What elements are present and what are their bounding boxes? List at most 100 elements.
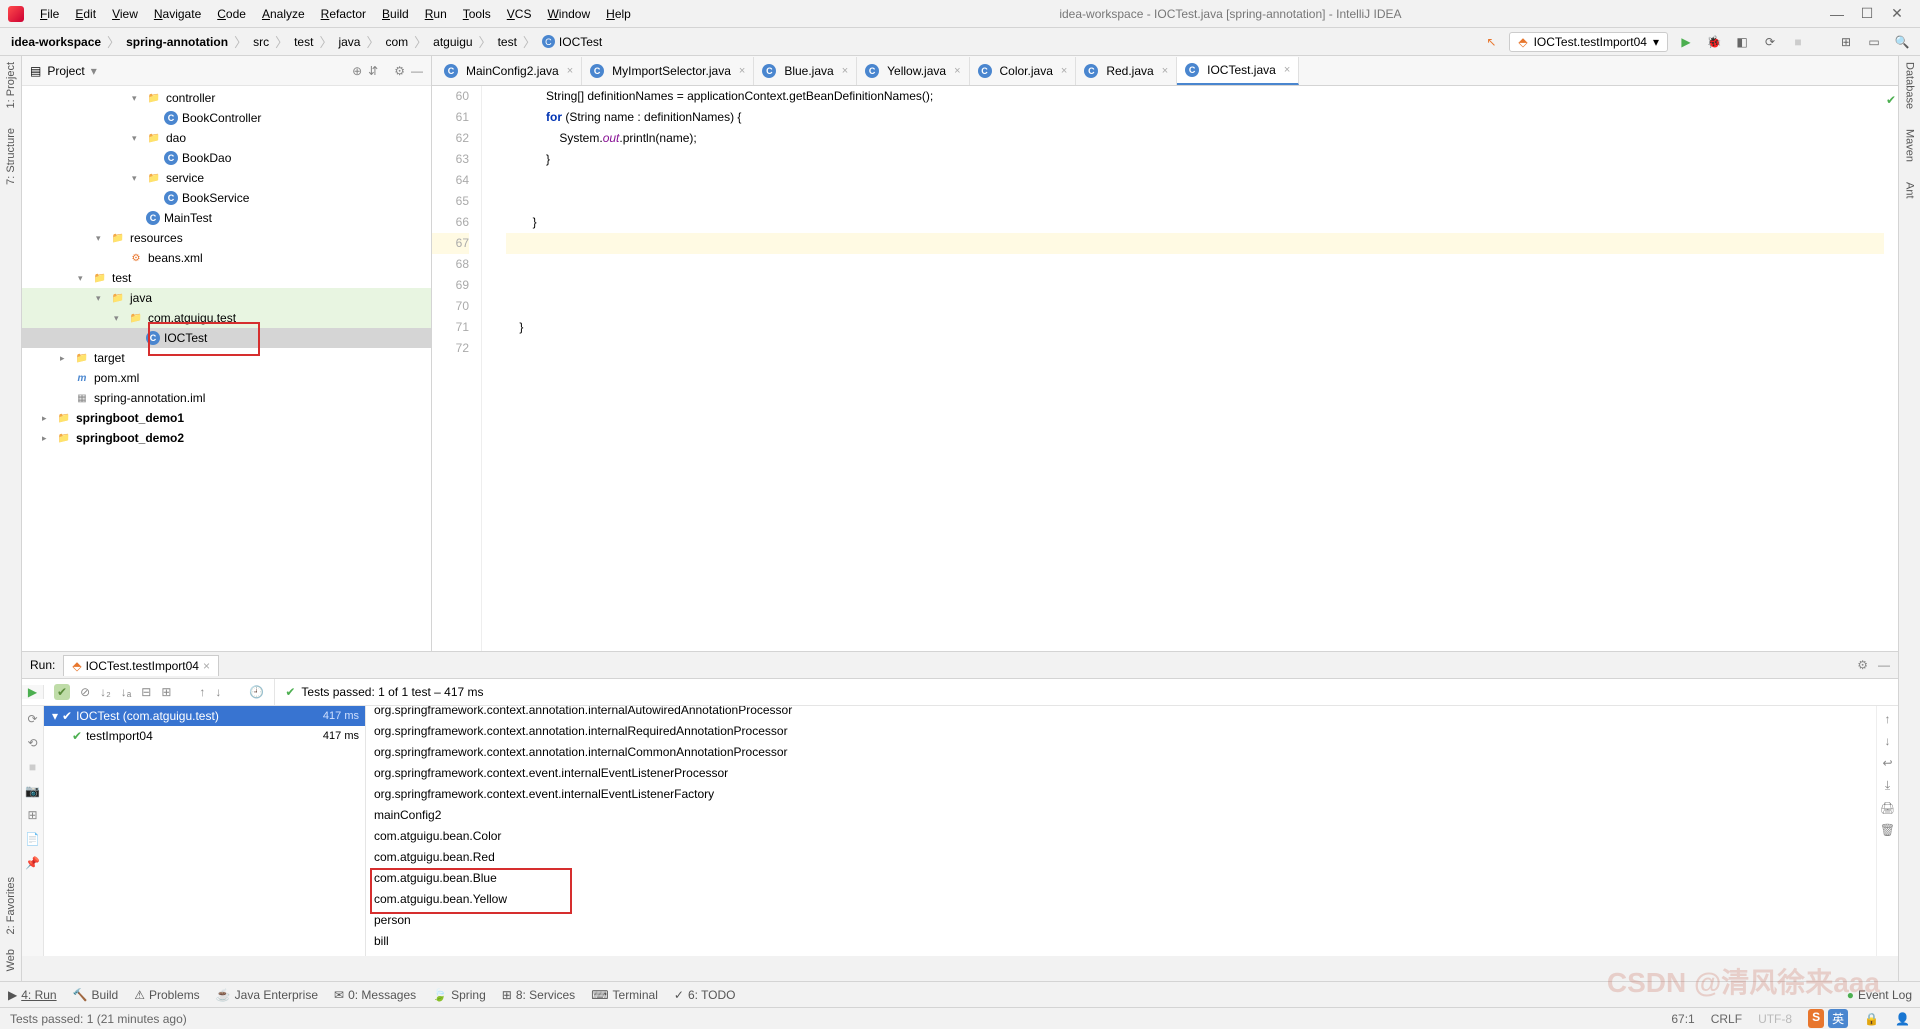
bottom-tab-javaenterprise[interactable]: ☕Java Enterprise (216, 988, 318, 1002)
menu-run[interactable]: Run (417, 3, 455, 25)
bottom-tab-run[interactable]: ▶4: Run (8, 988, 57, 1002)
ant-tool-button[interactable]: Ant (1904, 182, 1916, 199)
stop-button-icon[interactable]: ■ (1788, 32, 1808, 52)
tree-item[interactable]: CBookDao (22, 148, 431, 168)
console-output[interactable]: org.springframework.context.annotation.i… (366, 706, 1876, 956)
test-history-icon[interactable]: 🕘 (249, 685, 264, 699)
toggle-auto-icon[interactable]: ⟲ (27, 736, 37, 750)
breadcrumb-segment[interactable]: idea-workspace (8, 35, 104, 49)
tree-item[interactable]: ⚙beans.xml (22, 248, 431, 268)
editor-tab[interactable]: CRed.java× (1076, 57, 1177, 85)
menu-window[interactable]: Window (539, 3, 598, 25)
tree-item[interactable]: ▾📁resources (22, 228, 431, 248)
breadcrumb-segment[interactable]: atguigu (430, 35, 475, 49)
run-button-icon[interactable]: ▶ (1676, 32, 1696, 52)
tree-item[interactable]: CBookService (22, 188, 431, 208)
menu-vcs[interactable]: VCS (499, 3, 540, 25)
menu-edit[interactable]: Edit (67, 3, 104, 25)
breadcrumb-segment[interactable]: test (291, 35, 316, 49)
bottom-tab-build[interactable]: 🔨Build (73, 988, 119, 1002)
hide-panel-icon[interactable]: — (411, 64, 423, 78)
menu-analyze[interactable]: Analyze (254, 3, 313, 25)
sort-icon[interactable]: ↓₂ (100, 685, 111, 699)
code-editor[interactable]: 60616263646566676869707172 String[] defi… (432, 86, 1898, 651)
web-tool-button[interactable]: Web (5, 949, 17, 971)
breadcrumb-segment[interactable]: CIOCTest (539, 35, 605, 49)
editor-tab[interactable]: CMyImportSelector.java× (582, 57, 754, 85)
tree-item[interactable]: ▸📁springboot_demo2 (22, 428, 431, 448)
tree-item[interactable]: CBookController (22, 108, 431, 128)
close-tab-icon[interactable]: × (1162, 65, 1168, 77)
close-tab-icon[interactable]: × (739, 65, 745, 77)
minimize-button[interactable]: — (1822, 6, 1852, 22)
bottom-tab-services[interactable]: ⊞8: Services (502, 988, 575, 1002)
editor-tab[interactable]: CYellow.java× (857, 57, 969, 85)
bottom-tab-spring[interactable]: 🍃Spring (432, 988, 486, 1002)
test-result-row[interactable]: ✔testImport04417 ms (44, 726, 365, 746)
expand-tree-icon[interactable]: ⊟ (141, 685, 151, 699)
menu-navigate[interactable]: Navigate (146, 3, 209, 25)
locate-icon[interactable]: ⊕ (352, 64, 362, 78)
event-log-button[interactable]: ● Event Log (1847, 988, 1912, 1002)
prev-test-icon[interactable]: ↑ (199, 685, 205, 699)
close-tab-icon[interactable]: × (1284, 64, 1290, 76)
project-tool-button[interactable]: 1: Project (5, 62, 17, 108)
pin-icon[interactable]: 📌 (25, 856, 40, 870)
tree-item[interactable]: ▦spring-annotation.iml (22, 388, 431, 408)
tree-item[interactable]: CIOCTest (22, 328, 431, 348)
breadcrumb-segment[interactable]: test (495, 35, 520, 49)
breadcrumb-segment[interactable]: com (382, 35, 411, 49)
profile-button-icon[interactable]: ⟳ (1760, 32, 1780, 52)
menu-refactor[interactable]: Refactor (313, 3, 374, 25)
tree-item[interactable]: ▸📁target (22, 348, 431, 368)
settings-gear-icon[interactable]: ⚙ (394, 64, 405, 78)
close-tab-icon[interactable]: × (567, 65, 573, 77)
coverage-button-icon[interactable]: ◧ (1732, 32, 1752, 52)
maven-tool-button[interactable]: Maven (1904, 129, 1916, 162)
scroll-up-icon[interactable]: ↑ (1885, 712, 1891, 726)
project-structure-icon[interactable]: ⊞ (1836, 32, 1856, 52)
breadcrumb-segment[interactable]: java (335, 35, 363, 49)
close-window-button[interactable]: ✕ (1882, 5, 1912, 22)
breadcrumb-segment[interactable]: src (250, 35, 272, 49)
editor-tab[interactable]: CColor.java× (970, 57, 1077, 85)
ide-settings-icon[interactable]: ▭ (1864, 32, 1884, 52)
clear-icon[interactable]: 🗑 (1880, 823, 1895, 837)
tree-item[interactable]: ▾📁service (22, 168, 431, 188)
editor-tab[interactable]: CIOCTest.java× (1177, 57, 1299, 85)
editor-tab[interactable]: CMainConfig2.java× (436, 57, 582, 85)
test-results-tree[interactable]: ▾✔IOCTest (com.atguigu.test)417 ms✔testI… (44, 706, 366, 956)
tree-item[interactable]: mpom.xml (22, 368, 431, 388)
dump-icon[interactable]: 📷 (25, 784, 40, 798)
database-tool-button[interactable]: Database (1904, 62, 1916, 109)
collapse-tree-icon[interactable]: ⊞ (161, 685, 171, 699)
print-icon[interactable]: 🖨 (1880, 801, 1895, 815)
structure-tool-button[interactable]: 7: Structure (5, 128, 17, 185)
bottom-tab-problems[interactable]: ⚠Problems (134, 988, 199, 1002)
editor-tab[interactable]: CBlue.java× (754, 57, 857, 85)
file-encoding[interactable]: UTF-8 (1758, 1012, 1792, 1026)
rerun-failed-icon[interactable]: ⟳ (27, 712, 37, 726)
close-tab-icon[interactable]: × (1061, 65, 1067, 77)
show-passed-icon[interactable]: ✔ (54, 684, 70, 700)
tree-item[interactable]: ▾📁test (22, 268, 431, 288)
menu-tools[interactable]: Tools (455, 3, 499, 25)
menu-code[interactable]: Code (209, 3, 254, 25)
menu-help[interactable]: Help (598, 3, 639, 25)
next-test-icon[interactable]: ↓ (215, 685, 221, 699)
menu-build[interactable]: Build (374, 3, 417, 25)
favorites-tool-button[interactable]: 2: Favorites (5, 877, 17, 934)
close-tab-icon[interactable]: × (842, 65, 848, 77)
bottom-tab-messages[interactable]: ✉0: Messages (334, 988, 416, 1002)
close-tab-icon[interactable]: × (954, 65, 960, 77)
tree-item[interactable]: ▾📁controller (22, 88, 431, 108)
line-separator[interactable]: CRLF (1711, 1012, 1742, 1026)
menu-file[interactable]: File (32, 3, 67, 25)
layout-icon[interactable]: ⊞ (27, 808, 37, 822)
expand-all-icon[interactable]: ⇵ (368, 64, 378, 78)
run-tab[interactable]: ⬘ IOCTest.testImport04 × (63, 655, 219, 676)
hide-run-panel-icon[interactable]: — (1878, 658, 1890, 672)
back-nav-icon[interactable]: ↖ (1481, 32, 1501, 52)
tree-item[interactable]: ▸📁springboot_demo1 (22, 408, 431, 428)
rerun-button-icon[interactable]: ▶ (22, 685, 44, 699)
